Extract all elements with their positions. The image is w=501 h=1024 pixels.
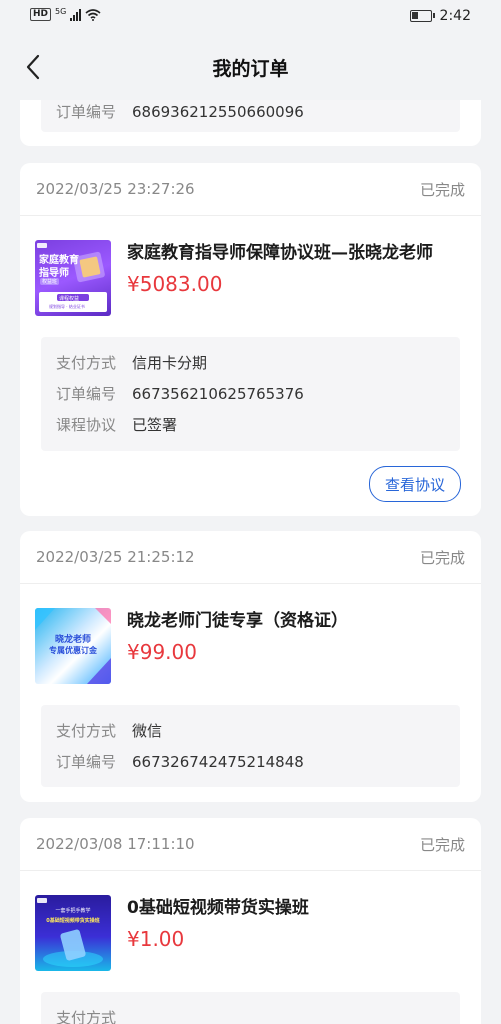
order-product[interactable]: 晓龙老师 专属优惠订金 晓龙老师门徒专享（资格证） ¥99.00 xyxy=(20,584,481,696)
order-card[interactable]: 2022/03/25 23:27:26 已完成 家庭教育 指导师 权益班 课程权… xyxy=(20,163,481,516)
info-label: 支付方式 xyxy=(56,1009,117,1024)
info-label: 支付方式 xyxy=(56,722,117,740)
status-bar-right: 2:42 xyxy=(409,8,471,24)
order-info-panel: 支付方式 微信 订单编号 667326742475214848 xyxy=(41,705,460,787)
back-button[interactable] xyxy=(18,50,48,84)
product-name: 家庭教育指导师保障协议班—张晓龙老师 xyxy=(127,243,433,263)
order-status: 已完成 xyxy=(419,180,465,199)
order-date: 2022/03/25 21:25:12 xyxy=(36,548,195,566)
info-value: 667326742475214848 xyxy=(132,752,304,771)
product-price: ¥5083.00 xyxy=(127,272,223,296)
thumb-text-1: 一套手把手教学 xyxy=(55,908,91,914)
order-card-header: 2022/03/08 17:11:10 已完成 xyxy=(20,818,481,871)
info-label: 订单编号 xyxy=(56,103,117,121)
product-name: 0基础短视频带货实操班 xyxy=(127,898,309,918)
info-row-order-number: 订单编号 686936212550660096 xyxy=(41,100,304,127)
info-label: 订单编号 xyxy=(56,385,117,403)
status-bar: HD 5G 2:42 xyxy=(0,0,501,34)
status-bar-left: HD 5G xyxy=(30,7,101,21)
page-title: 我的订单 xyxy=(212,57,289,80)
thumb-text-1: 晓龙老师 xyxy=(54,635,91,645)
info-label: 支付方式 xyxy=(56,354,117,372)
product-price: ¥1.00 xyxy=(127,927,185,951)
order-info-panel: 订单编号 686936212550660096 xyxy=(41,100,460,132)
info-value: 信用卡分期 xyxy=(132,354,208,372)
info-value: 微信 xyxy=(132,722,163,740)
order-status: 已完成 xyxy=(419,548,465,567)
product-thumbnail: 一套手把手教学 0基础短视频带货实操班 xyxy=(35,895,111,971)
battery-icon xyxy=(409,10,435,22)
order-card[interactable]: 2022/03/25 21:25:12 已完成 晓龙老师 专属优惠订金 晓龙老师… xyxy=(20,531,481,802)
wifi-icon xyxy=(85,8,101,21)
order-card: 订单编号 686936212550660096 xyxy=(20,100,481,146)
thumb-text-2: 专属优惠订金 xyxy=(49,646,97,655)
info-row-payment: 支付方式 信用卡分期 xyxy=(41,347,460,378)
nav-bar: 我的订单 xyxy=(0,34,501,100)
info-label: 课程协议 xyxy=(56,416,117,434)
order-product[interactable]: 一套手把手教学 0基础短视频带货实操班 0基础短视频带货实操班 ¥1.00 xyxy=(20,871,481,983)
clock: 2:42 xyxy=(439,8,471,24)
info-row-order-number: 订单编号 667326742475214848 xyxy=(41,746,460,777)
info-row-agreement: 课程协议 已签署 xyxy=(41,409,460,440)
info-value: 已签署 xyxy=(132,416,178,434)
info-value: 667356210625765376 xyxy=(132,384,304,403)
order-info-panel: 支付方式 xyxy=(41,992,460,1024)
order-info-panel: 支付方式 信用卡分期 订单编号 667356210625765376 课程协议 … xyxy=(41,337,460,451)
view-agreement-button[interactable]: 查看协议 xyxy=(369,466,461,502)
info-row-payment: 支付方式 微信 xyxy=(41,715,460,746)
chevron-left-icon xyxy=(26,54,40,80)
info-row-order-number: 订单编号 667356210625765376 xyxy=(41,378,460,409)
order-card[interactable]: 2022/03/08 17:11:10 已完成 一套手把手教学 0基础短视频带货… xyxy=(20,818,481,1024)
thumb-text-2: 0基础短视频带货实操班 xyxy=(46,918,100,924)
info-row-payment: 支付方式 xyxy=(41,1002,460,1024)
thumb-text-2: 指导师 xyxy=(39,268,69,279)
order-card-header: 2022/03/25 21:25:12 已完成 xyxy=(20,531,481,584)
thumb-tag: 权益班 xyxy=(40,278,60,285)
product-name: 晓龙老师门徒专享（资格证） xyxy=(127,611,348,631)
thumb-sub: 规划指导 · 结业证书 xyxy=(49,304,85,309)
order-product[interactable]: 家庭教育 指导师 权益班 课程权益 规划指导 · 结业证书 家庭教育指导师保障协… xyxy=(20,216,481,328)
thumb-badge: 课程权益 xyxy=(59,296,80,302)
product-thumbnail: 晓龙老师 专属优惠订金 xyxy=(35,608,111,684)
order-list[interactable]: 订单编号 686936212550660096 2022/03/25 23:27… xyxy=(0,100,501,1024)
product-price: ¥99.00 xyxy=(127,640,197,664)
order-date: 2022/03/08 17:11:10 xyxy=(36,835,195,853)
order-card-header: 2022/03/25 23:27:26 已完成 xyxy=(20,163,481,216)
order-date: 2022/03/25 23:27:26 xyxy=(36,180,195,198)
product-thumbnail: 家庭教育 指导师 权益班 课程权益 规划指导 · 结业证书 xyxy=(35,240,111,316)
signal-icon xyxy=(70,8,82,21)
info-label: 订单编号 xyxy=(56,753,117,771)
network-label: 5G xyxy=(55,7,67,16)
hd-icon: HD xyxy=(30,8,52,21)
info-value: 686936212550660096 xyxy=(132,102,304,121)
order-status: 已完成 xyxy=(419,835,465,854)
